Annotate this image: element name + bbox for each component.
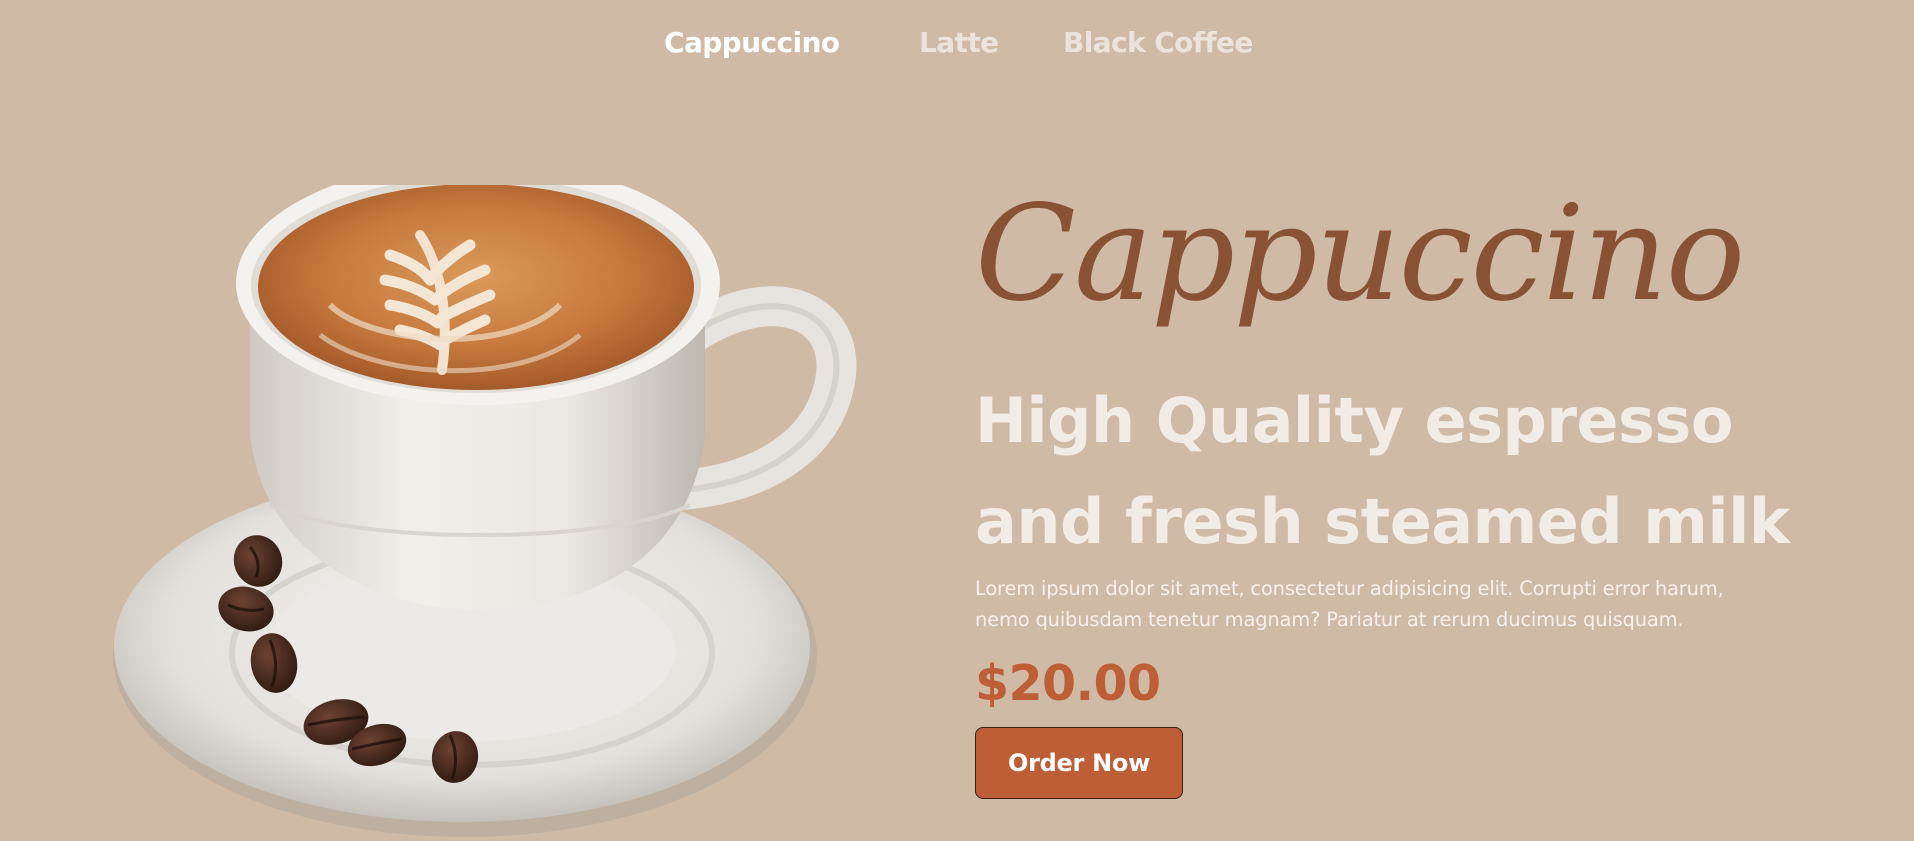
description-line-2: nemo quibusdam tenetur magnam? Pariatur … xyxy=(975,608,1684,631)
product-script-title: Cappuccino xyxy=(975,177,1745,331)
cappuccino-cup-image xyxy=(113,185,857,837)
landing-page: Cappuccino Latte Black Coffee Cappuccino… xyxy=(0,0,1914,841)
description-line-1: Lorem ipsum dolor sit amet, consectetur … xyxy=(975,577,1724,600)
nav-item-latte[interactable]: Latte xyxy=(919,26,999,59)
product-description: Lorem ipsum dolor sit amet, consectetur … xyxy=(975,573,1815,635)
order-now-button[interactable]: Order Now xyxy=(975,727,1183,799)
product-price: $20.00 xyxy=(975,655,1161,712)
headline-line-1: High Quality espresso xyxy=(975,384,1733,457)
top-nav: Cappuccino Latte Black Coffee xyxy=(0,26,1914,66)
headline-line-2: and fresh steamed milk xyxy=(975,485,1790,558)
nav-item-black-coffee[interactable]: Black Coffee xyxy=(1063,26,1253,59)
hero-headline: High Quality espresso and fresh steamed … xyxy=(975,370,1875,572)
nav-item-cappuccino[interactable]: Cappuccino xyxy=(664,26,840,59)
